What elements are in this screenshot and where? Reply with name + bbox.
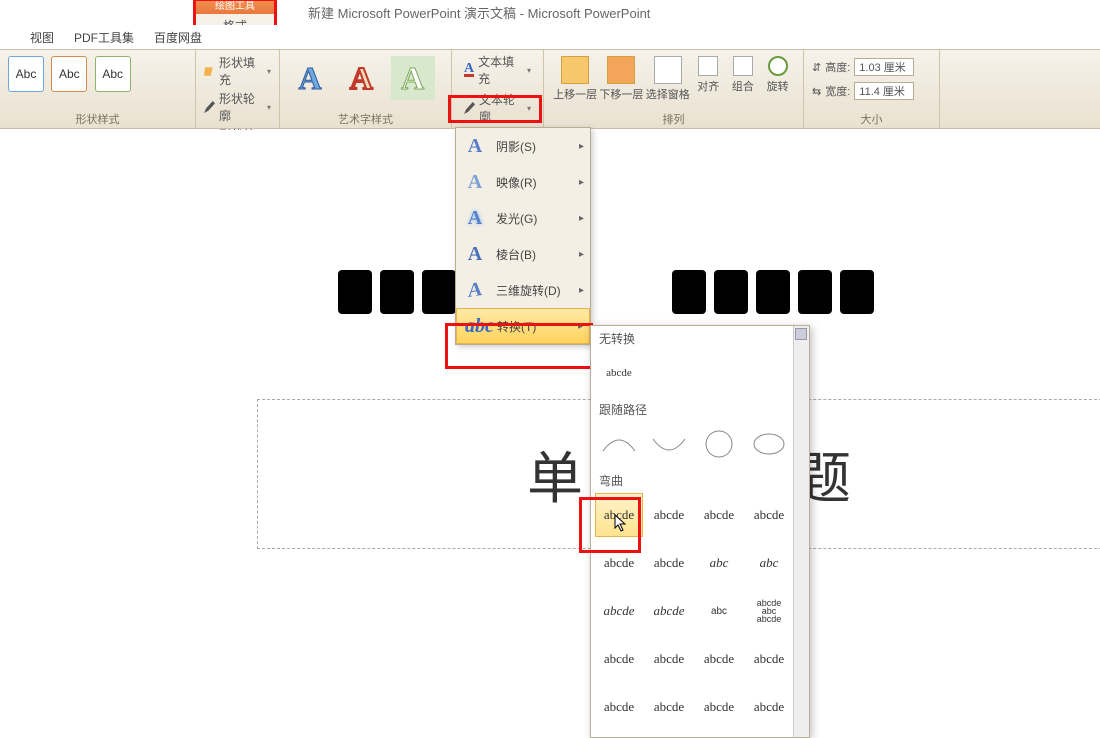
shape-style-gallery[interactable]: Abc Abc Abc <box>8 52 187 92</box>
width-label: 宽度: <box>825 83 850 99</box>
tab-baidu[interactable]: 百度网盘 <box>146 29 210 46</box>
transform-warp-11[interactable]: abc <box>695 589 743 633</box>
tab-pdftools[interactable]: PDF工具集 <box>66 29 142 46</box>
menu-bevel[interactable]: A棱台(B)▸ <box>456 236 590 272</box>
transform-warp-15[interactable]: abcde <box>695 637 743 681</box>
wordart-text-right <box>672 270 874 314</box>
text-effects-menu: A阴影(S)▸ A映像(R)▸ A发光(G)▸ A棱台(B)▸ A三维旋转(D)… <box>455 127 591 345</box>
gallery-header-warp: 弯曲 <box>591 468 809 491</box>
transform-warp-10[interactable]: abcde <box>645 589 693 633</box>
contextual-tab-group: 绘图工具 <box>195 0 275 14</box>
transform-warp-5[interactable]: abcde <box>595 541 643 585</box>
shape-outline-button[interactable]: 形状轮廓▾ <box>204 90 271 124</box>
group-label-wordart: 艺术字样式 <box>280 111 451 127</box>
gallery-scrollbar[interactable] <box>793 326 809 737</box>
gallery-header-follow-path: 跟随路径 <box>591 397 809 420</box>
gallery-header-none: 无转换 <box>591 326 809 349</box>
text-fill-button[interactable]: A文本填充▾ <box>460 52 535 88</box>
height-label: 高度: <box>825 59 850 75</box>
group-label-arrange: 排列 <box>544 111 803 127</box>
transform-warp-20[interactable]: abcde <box>745 685 793 729</box>
width-icon: ⇆ <box>812 85 821 98</box>
window-title: 新建 Microsoft PowerPoint 演示文稿 - Microsoft… <box>308 3 650 22</box>
transform-warp-18[interactable]: abcde <box>645 685 693 729</box>
text-outline-button[interactable]: 文本轮廓▾ <box>460 90 535 126</box>
transform-warp-4[interactable]: abcde <box>745 493 793 537</box>
transform-warp-8[interactable]: abc <box>745 541 793 585</box>
transform-warp-12[interactable]: abcdeabcabcde <box>745 589 793 633</box>
transform-warp-1[interactable]: abcde <box>595 493 643 537</box>
menu-glow[interactable]: A发光(G)▸ <box>456 200 590 236</box>
transform-path-1[interactable] <box>595 422 643 466</box>
transform-warp-9[interactable]: abcde <box>595 589 643 633</box>
menu-reflection[interactable]: A映像(R)▸ <box>456 164 590 200</box>
transform-gallery: 无转换 abcde 跟随路径 弯曲 abcde abcde abcde abcd… <box>590 325 810 738</box>
transform-none[interactable]: abcde <box>595 351 643 395</box>
ribbon: Abc Abc Abc 形状样式 形状填充▾ 形状轮廓▾ 形状效果▾ A A A… <box>0 49 1100 129</box>
width-input[interactable]: 11.4 厘米 <box>854 82 914 100</box>
menu-transform[interactable]: abc转换(T)▸ <box>456 308 590 344</box>
tab-view[interactable]: 视图 <box>22 29 62 46</box>
transform-warp-6[interactable]: abcde <box>645 541 693 585</box>
menu-3d-rotation[interactable]: A三维旋转(D)▸ <box>456 272 590 308</box>
transform-warp-3[interactable]: abcde <box>695 493 743 537</box>
bucket-icon <box>204 65 215 77</box>
shape-style-2[interactable]: Abc <box>51 56 87 92</box>
width-control[interactable]: ⇆ 宽度: 11.4 厘米 <box>812 82 931 100</box>
menu-shadow[interactable]: A阴影(S)▸ <box>456 128 590 164</box>
shape-style-3[interactable]: Abc <box>95 56 131 92</box>
wordart-style-1[interactable]: A <box>288 56 332 100</box>
wordart-style-2[interactable]: A <box>339 56 383 100</box>
transform-warp-16[interactable]: abcde <box>745 637 793 681</box>
transform-warp-17[interactable]: abcde <box>595 685 643 729</box>
height-control[interactable]: ⇵ 高度: 1.03 厘米 <box>812 58 931 76</box>
transform-warp-14[interactable]: abcde <box>645 637 693 681</box>
shape-fill-button[interactable]: 形状填充▾ <box>204 54 271 88</box>
pen-icon <box>204 101 215 113</box>
group-label-shape-styles: 形状样式 <box>0 111 195 127</box>
pen-icon <box>464 102 475 114</box>
shape-style-1[interactable]: Abc <box>8 56 44 92</box>
ribbon-tabs: 视图 PDF工具集 百度网盘 <box>0 25 1100 49</box>
transform-path-4[interactable] <box>745 422 793 466</box>
transform-warp-7[interactable]: abc <box>695 541 743 585</box>
transform-path-2[interactable] <box>645 422 693 466</box>
transform-path-3[interactable] <box>695 422 743 466</box>
height-input[interactable]: 1.03 厘米 <box>854 58 914 76</box>
transform-warp-13[interactable]: abcde <box>595 637 643 681</box>
scrollbar-up-icon[interactable] <box>795 328 807 340</box>
wordart-gallery[interactable]: A A A <box>288 52 443 100</box>
transform-warp-19[interactable]: abcde <box>695 685 743 729</box>
wordart-style-3[interactable]: A <box>391 56 435 100</box>
transform-warp-2[interactable]: abcde <box>645 493 693 537</box>
height-icon: ⇵ <box>812 61 821 74</box>
group-label-size: 大小 <box>804 111 939 127</box>
